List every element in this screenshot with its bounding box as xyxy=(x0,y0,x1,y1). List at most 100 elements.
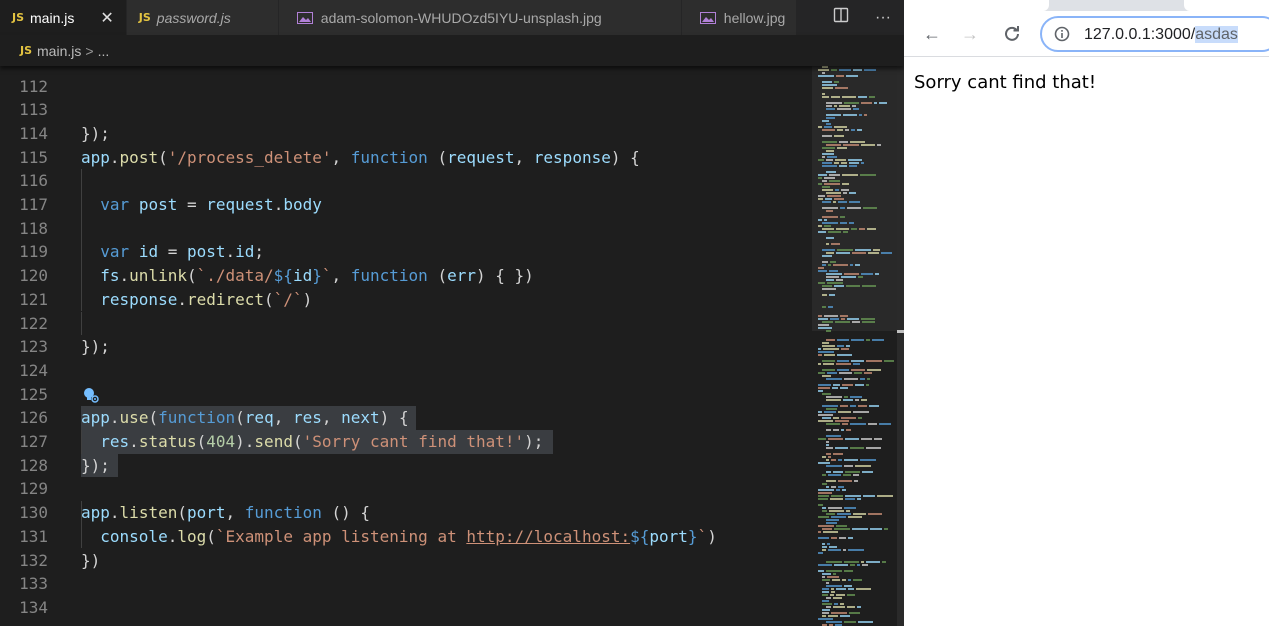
minimap-token xyxy=(818,570,824,572)
site-info-icon[interactable] xyxy=(1054,26,1070,42)
code-text: }); xyxy=(81,335,110,359)
code-token: port xyxy=(186,503,226,523)
minimap[interactable] xyxy=(814,66,898,626)
tab-password-js[interactable]: JS password.js xyxy=(126,0,279,35)
code-line[interactable]: 115 app.post('/process_delete', function … xyxy=(0,146,810,170)
code-token: http://localhost: xyxy=(466,526,631,546)
lightbulb-icon[interactable] xyxy=(82,386,100,404)
code-line[interactable]: 117 var post = request.body xyxy=(0,193,810,217)
code-text: fs.unlink(`./data/${id}`, function (err)… xyxy=(81,264,534,288)
code-token: ( xyxy=(206,526,216,546)
minimap-token xyxy=(818,411,822,413)
code-area[interactable]: 112 113 114}); 115 app.post('/process_delete… xyxy=(0,61,810,626)
tab-hellow-jpg[interactable]: hellow.jpg xyxy=(681,0,797,35)
url-host: 127.0.0.1:3000/ xyxy=(1084,26,1196,43)
minimap-token xyxy=(827,195,841,197)
minimap-token xyxy=(822,507,826,509)
minimap-token xyxy=(833,264,848,266)
minimap-token xyxy=(861,144,875,146)
minimap-token xyxy=(818,75,834,77)
code-token: ) xyxy=(707,526,717,546)
code-line[interactable]: 130 app.listen(port, function () { xyxy=(0,501,810,525)
minimap-token xyxy=(828,438,843,440)
minimap-token xyxy=(822,294,827,296)
reload-button[interactable] xyxy=(1000,22,1024,46)
minimap-token xyxy=(843,114,857,116)
breadcrumb-file[interactable]: main.js xyxy=(37,43,81,59)
code-editor[interactable]: JS main.js ✕ JS password.js adam-solomon… xyxy=(0,0,904,626)
minimap-token xyxy=(818,126,822,128)
code-line[interactable]: 125 xyxy=(0,383,810,407)
minimap-token xyxy=(828,615,838,617)
code-line[interactable]: 113 xyxy=(0,98,810,122)
minimap-token xyxy=(818,231,826,233)
minimap-token xyxy=(835,87,848,89)
more-actions-icon[interactable]: ··· xyxy=(875,9,891,27)
minimap-token xyxy=(837,339,849,341)
code-line[interactable]: 123}); xyxy=(0,335,810,359)
code-text: app.post('/process_delete', function (re… xyxy=(81,146,640,170)
code-line[interactable]: 127 res.status(404).send('Sorry cant fin… xyxy=(0,430,810,454)
close-icon[interactable]: ✕ xyxy=(100,8,113,28)
minimap-token xyxy=(822,186,830,188)
js-file-icon: JS xyxy=(12,11,25,24)
minimap-token xyxy=(848,537,853,539)
browser-tab[interactable] xyxy=(1184,0,1269,11)
code-token: function xyxy=(350,266,428,286)
back-button[interactable]: ← xyxy=(920,22,944,46)
minimap-token xyxy=(831,612,847,614)
minimap-token xyxy=(869,96,875,98)
code-line[interactable]: 129 xyxy=(0,477,810,501)
code-line[interactable]: 124 xyxy=(0,359,810,383)
code-line[interactable]: 118 xyxy=(0,216,810,241)
code-line[interactable]: 133 xyxy=(0,572,810,596)
code-line[interactable]: 126 app.use(function(req, res, next) { xyxy=(0,406,810,430)
code-token: redirect xyxy=(186,289,265,309)
browser-tab[interactable] xyxy=(904,0,1049,11)
forward-button[interactable]: → xyxy=(958,22,982,46)
minimap-token xyxy=(818,438,826,440)
code-token: = xyxy=(158,242,187,262)
tab-main-js[interactable]: JS main.js ✕ xyxy=(0,0,127,35)
code-line[interactable]: 116 xyxy=(0,169,810,193)
code-line[interactable]: 122 xyxy=(0,311,810,336)
breadcrumb-symbol[interactable]: ... xyxy=(98,43,110,59)
line-number: 116 xyxy=(19,171,48,191)
minimap-token xyxy=(849,201,860,203)
minimap-token xyxy=(831,591,835,593)
code-line[interactable]: 134 xyxy=(0,596,810,620)
minimap-token xyxy=(818,267,824,269)
code-line[interactable]: 119 var id = post.id; xyxy=(0,240,810,265)
line-number: 121 xyxy=(19,289,48,309)
minimap-token xyxy=(866,339,870,341)
minimap-token xyxy=(844,561,859,563)
code-line[interactable]: 112 xyxy=(0,75,810,99)
minimap-token xyxy=(849,222,854,224)
code-line[interactable]: 120 fs.unlink(`./data/${id}`, function (… xyxy=(0,264,810,288)
code-token: app xyxy=(81,147,110,167)
minimap-token xyxy=(826,582,829,584)
browser-toolbar: ← → 127.0.0.1:3000/asdas xyxy=(904,11,1269,57)
minimap-token xyxy=(833,417,839,419)
code-line[interactable]: 131 console.log(`Example app listening a… xyxy=(0,524,810,549)
minimap-token xyxy=(818,564,832,566)
minimap-token xyxy=(826,435,841,437)
minimap-token xyxy=(818,498,828,500)
code-line[interactable]: 128}); xyxy=(0,453,810,478)
minimap-token xyxy=(858,96,867,98)
code-line[interactable]: 114}); xyxy=(0,122,810,146)
minimap-token xyxy=(828,456,831,458)
minimap-token xyxy=(822,456,826,458)
split-editor-icon[interactable] xyxy=(833,7,849,28)
minimap-token xyxy=(852,252,866,254)
code-token: response xyxy=(533,147,611,167)
address-bar[interactable]: 127.0.0.1:3000/asdas xyxy=(1040,16,1269,52)
tab-adam-solomon-jpg[interactable]: adam-solomon-WHUDOzd5IYU-unsplash.jpg xyxy=(278,0,682,35)
code-line[interactable]: 121 response.redirect(`/`) xyxy=(0,287,810,312)
code-text: app.use(function(req, res, next) { xyxy=(81,406,409,430)
minimap-token xyxy=(818,363,821,365)
minimap-token xyxy=(818,315,822,317)
vertical-scrollbar[interactable] xyxy=(897,66,904,626)
code-line[interactable]: 132}) xyxy=(0,549,810,573)
